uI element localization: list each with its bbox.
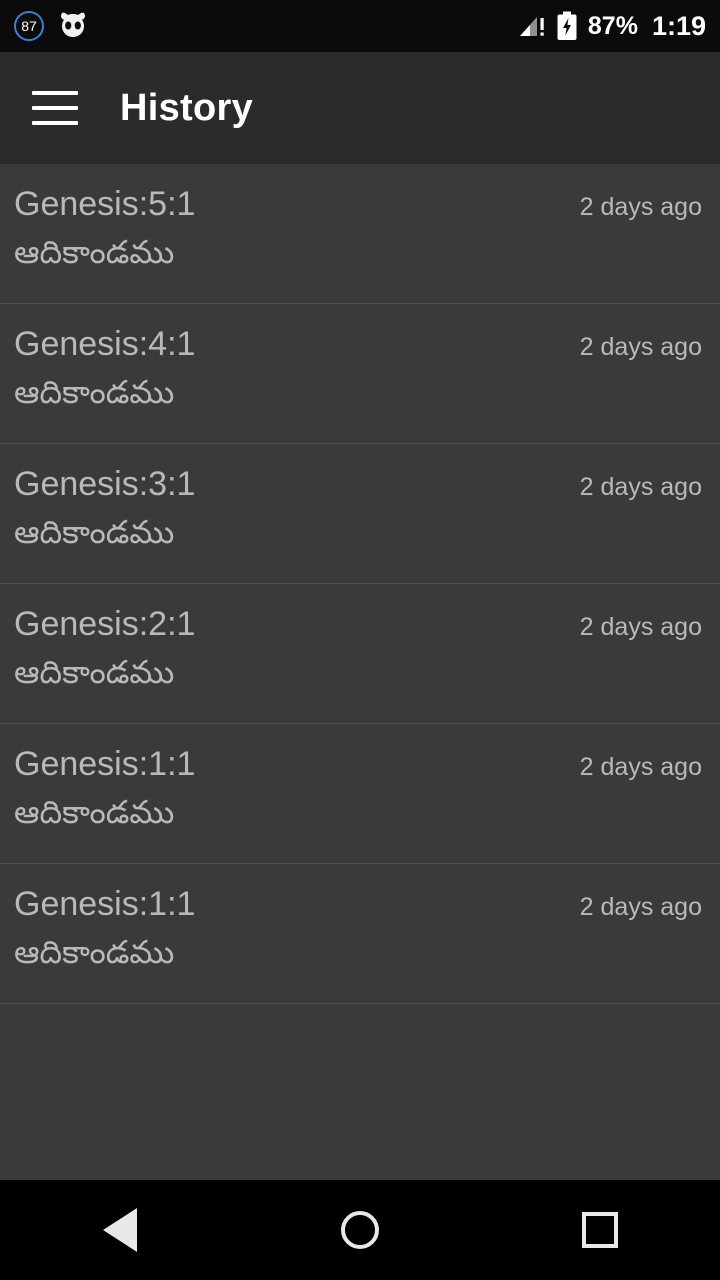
status-clock: 1:19 (651, 10, 706, 41)
verse-reference: Genesis:4:1 (14, 325, 196, 363)
status-bar-right: 87% 1:19 (518, 11, 706, 42)
list-item[interactable]: Genesis:2:1 2 days ago ఆదికాండము (0, 584, 720, 724)
status-bar: 87 87% 1:19 (0, 0, 720, 52)
battery-charging-icon (557, 11, 577, 40)
list-item-header: Genesis:1:1 2 days ago (14, 885, 706, 923)
book-name-label: ఆదికాండము (14, 514, 175, 551)
list-item-header: Genesis:1:1 2 days ago (14, 745, 706, 783)
verse-reference: Genesis:1:1 (14, 885, 196, 923)
circle-badge-icon: 87 (14, 11, 44, 41)
list-item[interactable]: Genesis:3:1 2 days ago ఆదికాండము (0, 444, 720, 584)
page-title: History (120, 86, 254, 129)
timestamp-label: 2 days ago (579, 753, 702, 781)
book-name-label: ఆదికాండము (14, 654, 175, 691)
list-item[interactable]: Genesis:5:1 2 days ago ఆదికాండము (0, 164, 720, 304)
battery-percent-label: 87% (587, 11, 638, 40)
circle-home-icon[interactable] (300, 1180, 420, 1280)
book-name-label: ఆదికాండము (14, 934, 175, 971)
list-item[interactable]: Genesis:4:1 2 days ago ఆదికాండము (0, 304, 720, 444)
list-item[interactable]: Genesis:1:1 2 days ago ఆదికాండము (0, 864, 720, 1004)
verse-reference: Genesis:5:1 (14, 185, 196, 223)
list-item-header: Genesis:2:1 2 days ago (14, 605, 706, 643)
list-item-header: Genesis:3:1 2 days ago (14, 465, 706, 503)
timestamp-label: 2 days ago (579, 613, 702, 641)
verse-reference: Genesis:1:1 (14, 745, 196, 783)
verse-reference: Genesis:2:1 (14, 605, 196, 643)
alien-head-icon (61, 12, 85, 37)
book-name-label: ఆదికాండము (14, 234, 175, 271)
history-list: Genesis:5:1 2 days ago ఆదికాండము Genesis… (0, 164, 720, 1220)
square-recents-icon[interactable] (540, 1180, 660, 1280)
app-bar: History (0, 52, 720, 164)
signal-warning-icon (519, 17, 544, 36)
status-bar-left: 87 (14, 11, 518, 41)
timestamp-label: 2 days ago (579, 333, 702, 361)
triangle-back-icon[interactable] (60, 1180, 180, 1280)
system-navigation-bar (0, 1180, 720, 1280)
verse-reference: Genesis:3:1 (14, 465, 196, 503)
list-item-header: Genesis:5:1 2 days ago (14, 185, 706, 223)
timestamp-label: 2 days ago (579, 473, 702, 501)
list-item-header: Genesis:4:1 2 days ago (14, 325, 706, 363)
list-item[interactable]: Genesis:1:1 2 days ago ఆదికాండము (0, 724, 720, 864)
timestamp-label: 2 days ago (579, 893, 702, 921)
timestamp-label: 2 days ago (579, 193, 702, 221)
book-name-label: ఆదికాండము (14, 794, 175, 831)
book-name-label: ఆదికాండము (14, 374, 175, 411)
hamburger-menu-icon[interactable] (32, 91, 78, 125)
